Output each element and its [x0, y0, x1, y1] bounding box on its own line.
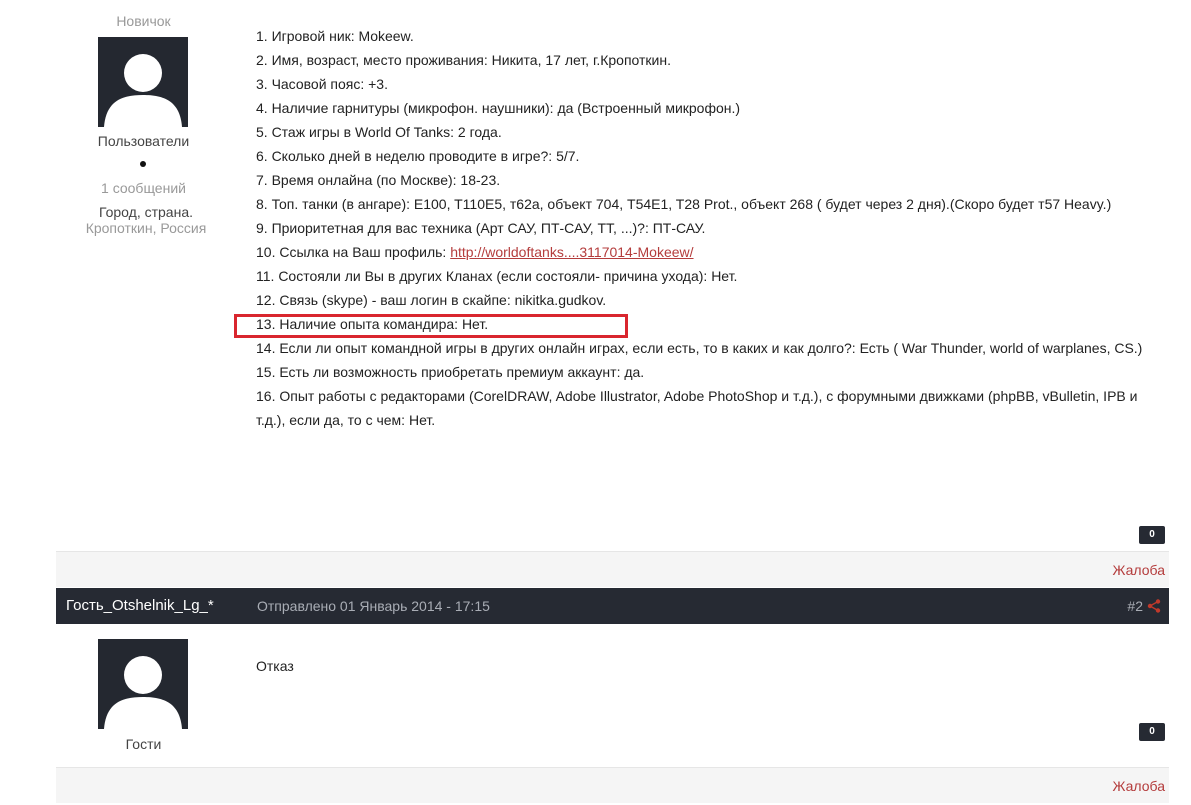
author-group: Гости: [125, 736, 162, 752]
avatar[interactable]: [98, 37, 188, 127]
forum-page: Новичок Пользователи 1 сообщений Город, …: [0, 0, 1191, 805]
profile-prefix: 10. Ссылка на Ваш профиль:: [256, 244, 451, 260]
post2-content: Отказ: [256, 658, 294, 674]
post-line: 13. Наличие опыта командира: Нет.: [256, 316, 489, 332]
profile-link[interactable]: http://worldoftanks....3117014-Mokeew/: [450, 244, 693, 260]
post1-content: 1. Игровой ник: Mokeew. 2. Имя, возраст,…: [256, 24, 1168, 432]
separator-dot: [140, 161, 146, 167]
post1-footer: Жалоба: [56, 551, 1169, 587]
share-icon[interactable]: [1147, 599, 1161, 613]
post-line: 7. Время онлайна (по Москве): 18-23.: [256, 172, 501, 188]
post-line: 14. Если ли опыт командной игры в других…: [256, 340, 1143, 356]
location-label: Город, страна.: [98, 204, 194, 220]
report-link[interactable]: Жалоба: [1113, 778, 1165, 794]
report-link[interactable]: Жалоба: [1113, 562, 1165, 578]
post2-author-panel: Гости: [56, 624, 231, 767]
author-post-count: 1 сообщений: [101, 180, 186, 196]
post-line: 2. Имя, возраст, место проживания: Никит…: [256, 52, 671, 68]
post-line: 9. Приоритетная для вас техника (Арт САУ…: [256, 220, 706, 236]
reputation-badge[interactable]: 0: [1139, 526, 1165, 544]
post2-footer: Жалоба: [56, 767, 1169, 803]
post-date: Отправлено 01 Январь 2014 - 17:15: [257, 598, 490, 614]
post-number-link[interactable]: #2: [1127, 598, 1143, 614]
post2-header: Гость_Otshelnik_Lg_* Отправлено 01 Январ…: [56, 588, 1169, 624]
post-line: 8. Топ. танки (в ангаре): E100, T110E5, …: [256, 196, 1112, 212]
default-avatar-icon: [104, 656, 182, 729]
post-line-skype: 12. Связь (skype) - ваш логин в скайпе: …: [256, 292, 607, 308]
post-author-name[interactable]: Гость_Otshelnik_Lg_*: [66, 597, 214, 614]
post-line: 11. Состояли ли Вы в других Кланах (если…: [256, 268, 738, 284]
author-group: Пользователи: [97, 133, 190, 149]
avatar[interactable]: [98, 639, 188, 729]
location-value: Кропоткин, Россия: [85, 220, 207, 236]
author-location: Город, страна. Кропоткин, Россия: [78, 204, 214, 236]
post-line: 3. Часовой пояс: +3.: [256, 76, 388, 92]
profile-line: 10. Ссылка на Ваш профиль: http://worldo…: [256, 240, 1168, 264]
post-line: 6. Сколько дней в неделю проводите в игр…: [256, 148, 580, 164]
post-line: 5. Стаж игры в World Of Tanks: 2 года.: [256, 124, 502, 140]
post-line: 15. Есть ли возможность приобретать прем…: [256, 364, 645, 380]
reputation-badge[interactable]: 0: [1139, 723, 1165, 741]
author-rank: Новичок: [116, 13, 171, 29]
post-line: 16. Опыт работы с редакторами (CorelDRAW…: [256, 388, 1138, 428]
post-line: 1. Игровой ник: Mokeew.: [256, 28, 414, 44]
post-line: 4. Наличие гарнитуры (микрофон. наушники…: [256, 100, 741, 116]
default-avatar-icon: [104, 54, 182, 127]
